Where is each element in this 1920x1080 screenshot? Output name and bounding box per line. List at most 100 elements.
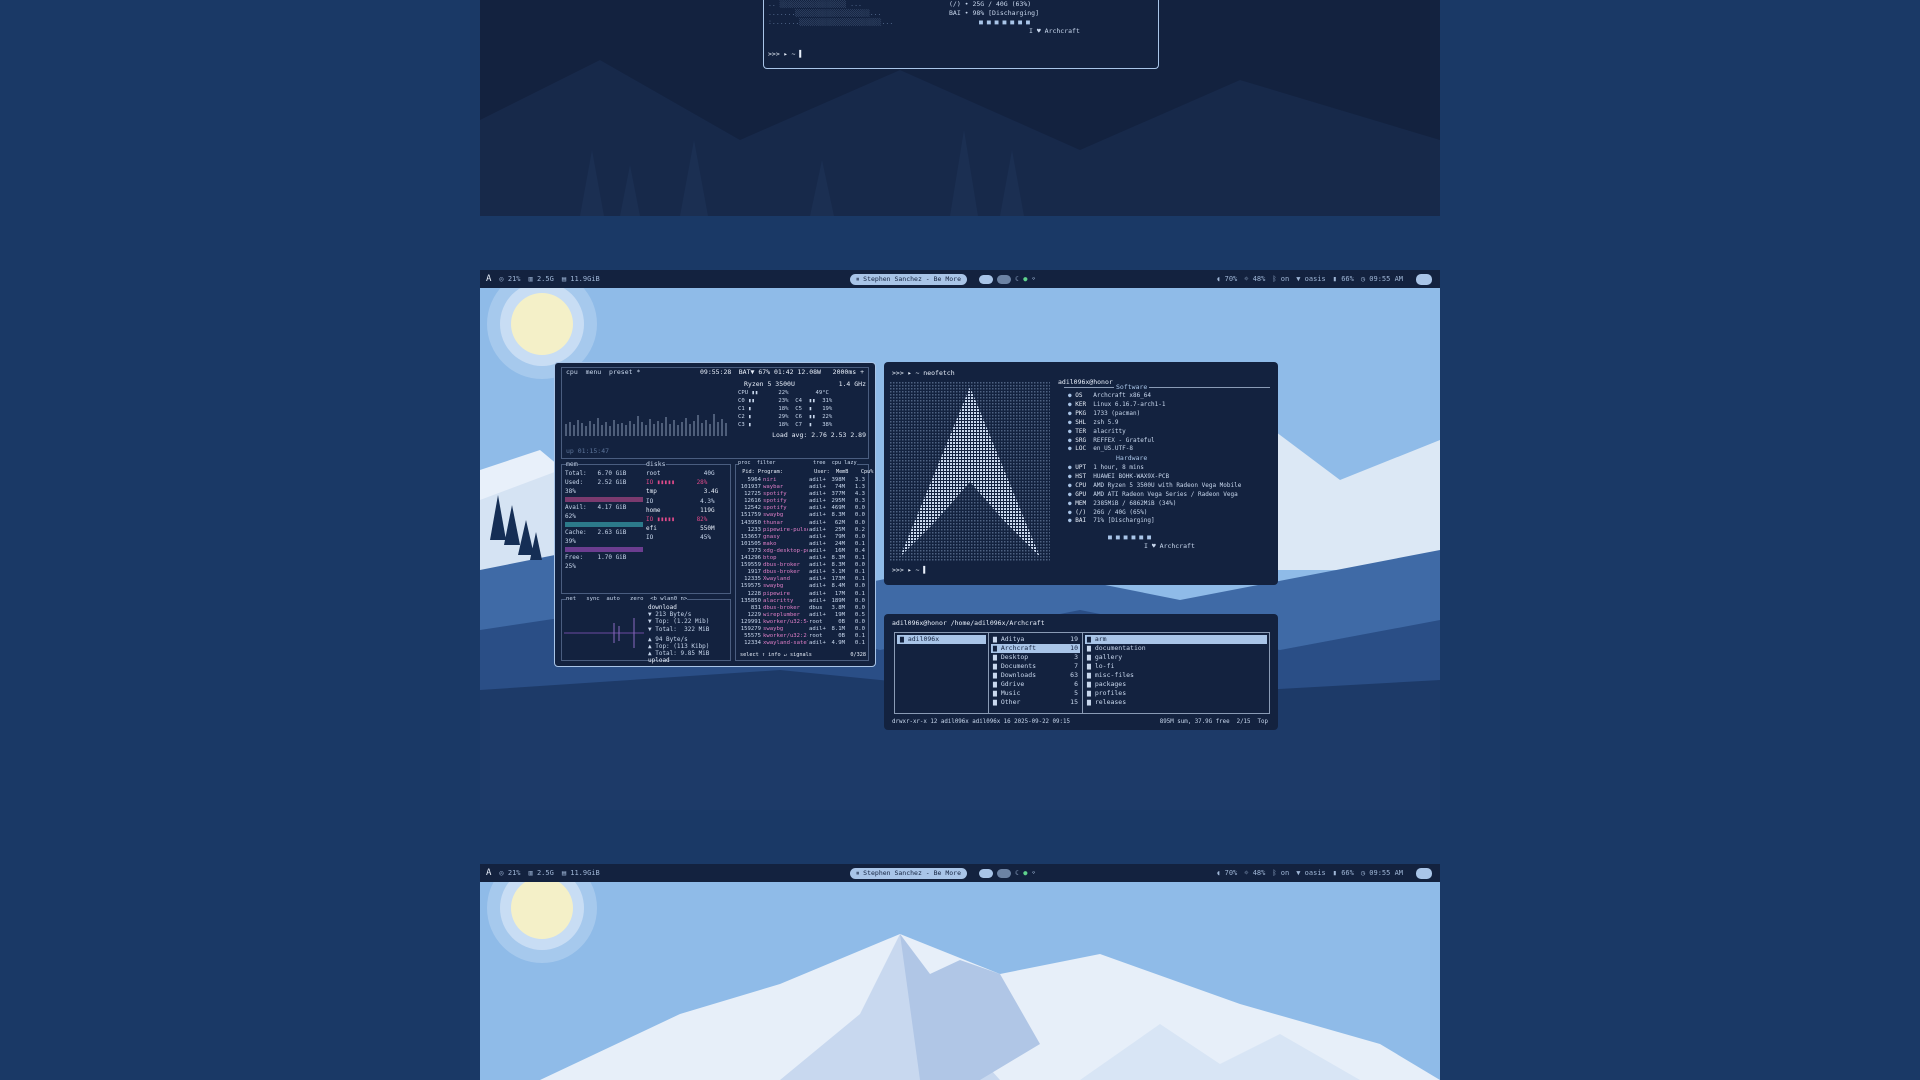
proc-row[interactable]: 12725 spotify adil+ 377M 4.3 bbox=[736, 491, 868, 498]
power-button[interactable] bbox=[1416, 867, 1432, 879]
ranger-item[interactable]: ▆ documentation bbox=[1085, 644, 1267, 653]
proc-row[interactable]: 5964 niri adil+ 398M 3.3 bbox=[736, 477, 868, 484]
ranger-item[interactable]: ▆ Other 15 bbox=[991, 698, 1080, 707]
proc-program: xwayland-satell bbox=[763, 640, 808, 647]
ranger-item[interactable]: ▆ releases bbox=[1085, 698, 1267, 707]
proc-row[interactable]: 7373xdg-desktop-poradil+ 16M 0.4 bbox=[736, 548, 868, 555]
ranger-item[interactable]: ▆ Desktop 3 bbox=[991, 653, 1080, 662]
volume[interactable]: ◖ 70% bbox=[1216, 869, 1237, 877]
power-button[interactable] bbox=[1416, 273, 1432, 285]
ranger-item[interactable]: ▆ arm bbox=[1085, 635, 1267, 644]
ranger-parent-column[interactable]: ▆ adil096x bbox=[895, 633, 989, 713]
proc-row[interactable]: 1233 pipewire-pulse adil+ 25M 0.2 bbox=[736, 527, 868, 534]
proc-row[interactable]: 12335 Xwayland adil+ 173M 0.1 bbox=[736, 576, 868, 583]
disks-header[interactable]: disks bbox=[646, 460, 666, 469]
proc-row[interactable]: 1228 pipewire adil+ 17M 0.1 bbox=[736, 591, 868, 598]
ranger-item[interactable]: ▆ Music 5 bbox=[991, 689, 1080, 698]
proc-row[interactable]: 135850 alacritty adil+ 189M 0.0 bbox=[736, 598, 868, 605]
bluetooth-value: on bbox=[1280, 869, 1290, 877]
media-player[interactable]: ⏸ Stephen Sanchez - Be More bbox=[850, 273, 968, 285]
proc-mem: 19M bbox=[834, 611, 845, 618]
brightness[interactable]: ☼ 48% bbox=[1244, 869, 1265, 877]
ranger-item[interactable]: ▆ Downloads 63 bbox=[991, 671, 1080, 680]
workspace-indicator-1[interactable] bbox=[979, 868, 994, 878]
wifi-icon[interactable]: ⌔ bbox=[1031, 275, 1035, 283]
night-mode-icon[interactable]: ☾ bbox=[1015, 275, 1019, 283]
neofetch-window[interactable]: >>> ▸ ~ neofetch adil096x@honor Software… bbox=[884, 362, 1278, 585]
ranger-item[interactable]: ▆ lo-fi bbox=[1085, 662, 1267, 671]
wifi-icon[interactable]: ⌔ bbox=[1031, 869, 1035, 877]
workspace-indicator-2[interactable] bbox=[997, 274, 1012, 284]
proc-row[interactable]: 12334xwayland-satelladil+ 4.9M 0.1 bbox=[736, 640, 868, 647]
media-player[interactable]: ⏸ Stephen Sanchez - Be More bbox=[850, 867, 968, 879]
clock[interactable]: ◷ 09:55 AM bbox=[1361, 275, 1403, 283]
btop-cpu-header[interactable]: cpu menu preset * bbox=[566, 368, 640, 376]
terminal-prompt[interactable]: >>> ▸ ~ ▌ bbox=[892, 566, 927, 575]
proc-row[interactable]: 101937 waybar adil+ 74M 1.3 bbox=[736, 484, 868, 491]
ranger-preview-column[interactable]: ▆ arm ▆ documentation ▆ gallery ▆ lo-fi ▆ mi… bbox=[1083, 633, 1269, 713]
proc-row[interactable]: 153657 gnasy adil+ 79M 0.0 bbox=[736, 534, 868, 541]
workspace-indicator-1[interactable] bbox=[979, 274, 994, 284]
proc-cpu: 0.1 bbox=[854, 555, 865, 562]
proc-pid: 1917 bbox=[747, 569, 761, 576]
ranger-item[interactable]: ▆ Gdrive 6 bbox=[991, 680, 1080, 689]
ranger-item[interactable]: ▆ Documents 7 bbox=[991, 662, 1080, 671]
ranger-item[interactable]: ▆ misc-files bbox=[1085, 671, 1267, 680]
ranger-current-column[interactable]: ▆ Aditya 19 ▆ Archcraft 10 ▆ Desktop 3 ▆ Docum… bbox=[989, 633, 1083, 713]
launcher-logo[interactable]: A bbox=[486, 868, 491, 878]
ranger-item[interactable]: ▆ Archcraft 10 bbox=[991, 644, 1080, 653]
ranger-item[interactable]: ▆ Aditya 19 bbox=[991, 635, 1080, 644]
battery-value: 66% bbox=[1341, 869, 1354, 877]
workspace-active[interactable]: A ◎ 21% ▥ 2.5G ▤ 11.9GiB ⏸ Stephen Sanch… bbox=[480, 270, 1440, 810]
terminal-prompt[interactable]: >>> ▸ ~ ▌ bbox=[768, 50, 803, 59]
proc-row[interactable]: 129991kworker/u32:5+eroot 0B 0.0 bbox=[736, 619, 868, 626]
proc-row[interactable]: 12542 spotify adil+ 469M 0.0 bbox=[736, 505, 868, 512]
workspace-top[interactable]: .. ░░░░░░░░░░░░░░░░░ ... .......░░░░░░░░… bbox=[480, 0, 1440, 216]
network[interactable]: ▼ oasis bbox=[1296, 275, 1326, 283]
spotify-icon[interactable]: ● bbox=[1023, 869, 1027, 877]
proc-row[interactable]: 55575kworker/u32:2-iroot 0B 0.1 bbox=[736, 633, 868, 640]
proc-row[interactable]: 1917 dbus-broker adil+ 3.1M 0.1 bbox=[736, 569, 868, 576]
btop-window[interactable]: cpu menu preset * 09:55:28 BAT▼ 67% 01:4… bbox=[554, 362, 876, 667]
mem-avail-bar bbox=[565, 522, 643, 527]
proc-program: dbus-broker bbox=[763, 562, 801, 569]
proc-row[interactable]: 143950 thunar adil+ 62M 0.0 bbox=[736, 520, 868, 527]
bluetooth[interactable]: ᛒ on bbox=[1272, 275, 1289, 283]
bluetooth[interactable]: ᛒ on bbox=[1272, 869, 1289, 877]
ranger-window[interactable]: adil096x@honor /home/adil096x/Archcraft … bbox=[884, 614, 1278, 730]
ranger-item[interactable]: ▆ packages bbox=[1085, 680, 1267, 689]
spotify-icon[interactable]: ● bbox=[1023, 275, 1027, 283]
proc-cpu: 0.0 bbox=[854, 519, 865, 526]
proc-row[interactable]: 831 dbus-broker dbus 3.8M 0.0 bbox=[736, 605, 868, 612]
top-terminal-window[interactable]: .. ░░░░░░░░░░░░░░░░░ ... .......░░░░░░░░… bbox=[763, 0, 1159, 69]
proc-footer[interactable]: select ↑ info ↵ signals bbox=[740, 652, 812, 659]
workspace-indicator-2[interactable] bbox=[997, 868, 1012, 878]
volume[interactable]: ◖ 70% bbox=[1216, 275, 1237, 283]
launcher-logo[interactable]: A bbox=[486, 274, 491, 284]
proc-row[interactable]: 159575 swaybg adil+ 8.4M 0.0 bbox=[736, 583, 868, 590]
ranger-item-count: 63 bbox=[1070, 671, 1078, 679]
brightness[interactable]: ☼ 48% bbox=[1244, 275, 1265, 283]
proc-row[interactable]: 141296 btop adil+ 8.3M 0.1 bbox=[736, 555, 868, 562]
proc-row[interactable]: 159279 swaybg adil+ 8.1M 0.0 bbox=[736, 626, 868, 633]
proc-row[interactable]: 1229 wireplumber adil+ 19M 0.5 bbox=[736, 612, 868, 619]
proc-row[interactable]: 151759 swaybg adil+ 8.3M 0.0 bbox=[736, 512, 868, 519]
clock[interactable]: ◷ 09:55 AM bbox=[1361, 869, 1403, 877]
ranger-item[interactable]: ▆ gallery bbox=[1085, 653, 1267, 662]
ranger-item[interactable]: ▆ adil096x bbox=[897, 635, 986, 644]
network[interactable]: ▼ oasis bbox=[1296, 869, 1326, 877]
mem-header[interactable]: mem bbox=[566, 460, 578, 469]
proc-list[interactable]: 5964 niri adil+ 398M 3.3 101937 waybar adil+ 74M… bbox=[736, 477, 868, 647]
night-mode-icon[interactable]: ☾ bbox=[1015, 869, 1019, 877]
mem-line: 38% bbox=[565, 488, 576, 495]
proc-mem: 8.3M bbox=[831, 555, 845, 562]
proc-row[interactable]: 12616 spotify adil+ 295M 0.3 bbox=[736, 498, 868, 505]
workspace-bottom[interactable]: A ◎ 21% ▥ 2.5G ▤ 11.9GiB ⏸ Stephen Sanch… bbox=[480, 864, 1440, 1080]
proc-header[interactable]: proc filter tree cpu lazy bbox=[738, 460, 857, 468]
ascii-art: .. ░░░░░░░░░░░░░░░░░ ... .......░░░░░░░░… bbox=[768, 0, 894, 26]
ranger-item[interactable]: ▆ profiles bbox=[1085, 689, 1267, 698]
proc-row[interactable]: 159559 dbus-broker adil+ 8.3M 0.0 bbox=[736, 562, 868, 569]
proc-row[interactable]: 101505 mako adil+ 24M 0.1 bbox=[736, 541, 868, 548]
net-header[interactable]: net sync auto zero <b wlan0 n> bbox=[566, 595, 688, 604]
mem-line: Used: 2.52 GiB bbox=[565, 479, 627, 486]
